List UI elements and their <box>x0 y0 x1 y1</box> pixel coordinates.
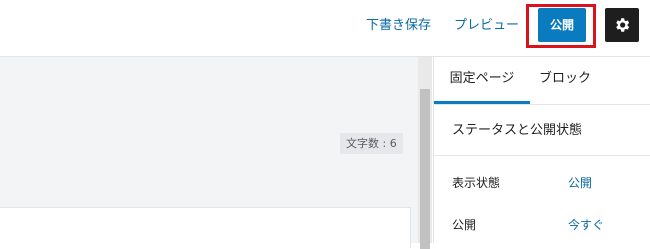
status-visibility-panel-toggle[interactable]: ステータスと公開状態 <box>452 119 582 138</box>
visibility-value-link[interactable]: 公開 <box>568 174 592 191</box>
tab-block[interactable]: ブロック <box>530 57 600 101</box>
word-count-badge: 文字数 : 6 <box>340 133 403 154</box>
editor-header: 下書き保存 プレビュー 公開 <box>0 0 650 57</box>
settings-sidebar: 固定ページ ブロック ステータスと公開状態 表示状態 公開 公開 今すぐ <box>433 57 650 243</box>
publish-date-value-link[interactable]: 今すぐ <box>568 216 604 233</box>
save-draft-button[interactable]: 下書き保存 <box>366 15 431 37</box>
gear-icon <box>616 18 630 32</box>
publish-button[interactable]: 公開 <box>538 8 586 42</box>
preview-button[interactable]: プレビュー <box>454 15 519 37</box>
editor-canvas[interactable]: 文字数 : 6 <box>0 57 418 248</box>
settings-button[interactable] <box>605 8 639 42</box>
tab-page[interactable]: 固定ページ <box>434 57 530 104</box>
publish-date-label: 公開 <box>452 218 477 232</box>
scrollbar-thumb[interactable] <box>420 89 430 249</box>
section-divider <box>434 155 650 156</box>
visibility-label: 表示状態 <box>452 176 501 190</box>
editor-scrollbar[interactable] <box>418 57 432 249</box>
content-block[interactable] <box>0 207 411 248</box>
sidebar-tabs: 固定ページ ブロック <box>434 57 650 105</box>
